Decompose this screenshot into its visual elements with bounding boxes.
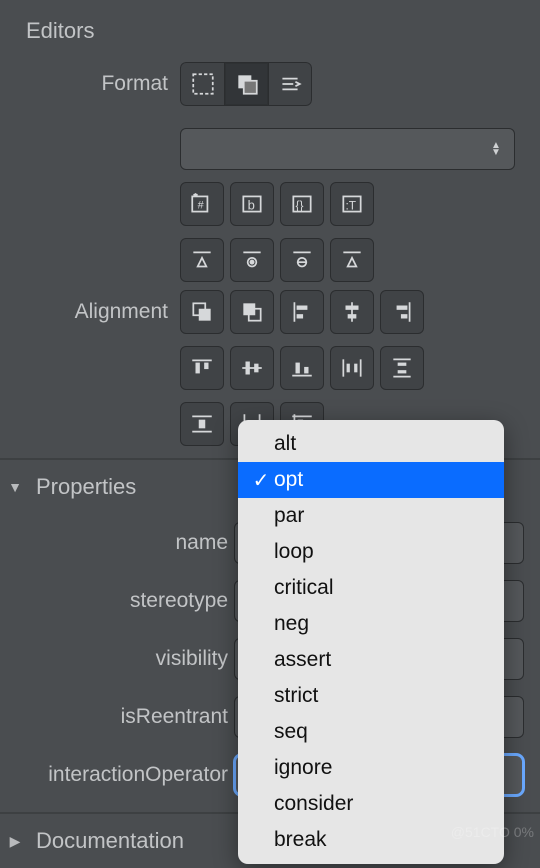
svg-text::T: :T [346, 198, 357, 212]
menu-item-critical[interactable]: ✓critical [238, 570, 504, 606]
text-align-icon[interactable] [268, 62, 312, 106]
properties-title: Properties [36, 474, 136, 500]
menu-item-label: neg [274, 612, 309, 636]
transform-a-icon[interactable] [180, 238, 224, 282]
hstack-icon[interactable] [180, 402, 224, 446]
format-dropdown[interactable]: ▲▼ [180, 128, 515, 170]
menu-item-label: assert [274, 648, 331, 672]
menu-item-ignore[interactable]: ✓ignore [238, 750, 504, 786]
svg-text:b: b [248, 197, 255, 212]
svg-text:#: # [198, 199, 204, 211]
alignment-label: Alignment [0, 290, 180, 324]
menu-item-assert[interactable]: ✓assert [238, 642, 504, 678]
format-row: Format ▲▼ # b {} :T [0, 58, 540, 286]
menu-item-label: strict [274, 684, 318, 708]
menu-item-label: alt [274, 432, 296, 456]
chevron-updown-icon: ▲▼ [484, 142, 508, 156]
transform-b-icon[interactable] [330, 238, 374, 282]
overlap-icon[interactable] [224, 62, 268, 106]
align-right-icon[interactable] [380, 290, 424, 334]
chevron-down-icon: ▼ [8, 479, 22, 495]
menu-item-label: par [274, 504, 304, 528]
menu-item-par[interactable]: ✓par [238, 498, 504, 534]
menu-item-label: loop [274, 540, 314, 564]
interactionoperator-menu[interactable]: ✓alt✓opt✓par✓loop✓critical✓neg✓assert✓st… [238, 420, 504, 864]
editors-header: Editors [0, 0, 540, 58]
distribute-v-icon[interactable] [380, 346, 424, 390]
send-back-icon[interactable] [180, 290, 224, 334]
braces-icon[interactable]: {} [280, 182, 324, 226]
menu-item-neg[interactable]: ✓neg [238, 606, 504, 642]
transform-swap-icon[interactable] [280, 238, 324, 282]
format-mode-segment [180, 62, 312, 106]
bring-front-icon[interactable] [230, 290, 274, 334]
align-middle-icon[interactable] [230, 346, 274, 390]
watermark: @51CTO 0% [451, 824, 534, 840]
check-icon: ✓ [248, 468, 274, 493]
menu-item-label: break [274, 828, 327, 852]
align-bottom-icon[interactable] [280, 346, 324, 390]
chevron-right-icon: ▶ [8, 833, 22, 850]
menu-item-consider[interactable]: ✓consider [238, 786, 504, 822]
menu-item-seq[interactable]: ✓seq [238, 714, 504, 750]
menu-item-alt[interactable]: ✓alt [238, 426, 504, 462]
prop-interactionoperator-label: interactionOperator [0, 763, 234, 787]
text-box-icon[interactable]: :T [330, 182, 374, 226]
marquee-select-icon[interactable] [180, 62, 224, 106]
menu-item-loop[interactable]: ✓loop [238, 534, 504, 570]
menu-item-label: critical [274, 576, 334, 600]
add-field-icon[interactable]: # [180, 182, 224, 226]
menu-item-strict[interactable]: ✓strict [238, 678, 504, 714]
align-top-icon[interactable] [180, 346, 224, 390]
align-center-icon[interactable] [330, 290, 374, 334]
align-left-icon[interactable] [280, 290, 324, 334]
menu-item-label: ignore [274, 756, 332, 780]
menu-item-label: seq [274, 720, 308, 744]
type-frame-icon[interactable]: b [230, 182, 274, 226]
documentation-title: Documentation [36, 828, 184, 854]
format-label: Format [0, 62, 180, 96]
prop-visibility-label: visibility [0, 647, 234, 671]
distribute-h-icon[interactable] [330, 346, 374, 390]
transform-gear-icon[interactable] [230, 238, 274, 282]
menu-item-label: consider [274, 792, 353, 816]
prop-isreentrant-label: isReentrant [0, 705, 234, 729]
prop-stereotype-label: stereotype [0, 589, 234, 613]
menu-item-opt[interactable]: ✓opt [238, 462, 504, 498]
menu-item-label: opt [274, 468, 303, 492]
svg-text:{}: {} [296, 198, 304, 212]
prop-name-label: name [0, 531, 234, 555]
